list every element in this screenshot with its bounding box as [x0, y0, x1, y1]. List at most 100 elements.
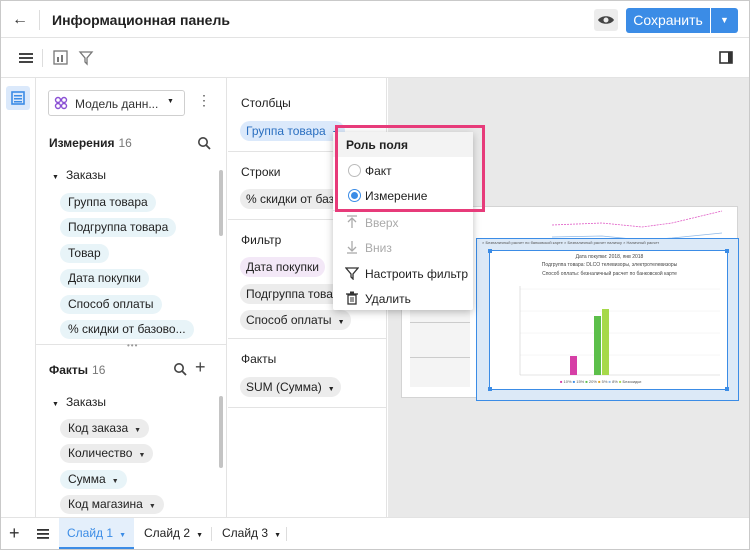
toolbar-divider [42, 49, 43, 67]
dimension-field[interactable]: Способ оплаты [60, 295, 162, 314]
dimension-field[interactable]: % скидки от базово... [60, 320, 194, 339]
menu-hamburger-icon[interactable] [17, 48, 37, 68]
dimensions-group[interactable]: ▼ Заказы [52, 168, 106, 182]
slide-tab[interactable]: Слайд 1 ▼ [59, 518, 134, 549]
resize-handle[interactable] [725, 249, 729, 253]
dimensions-title: Измерения [49, 136, 115, 150]
chart-widget-icon[interactable] [51, 48, 71, 68]
slide-tab-label: Слайд 1 [67, 526, 114, 540]
chart-widget-frame[interactable]: × Безналичный расчет по банковской карте… [476, 238, 739, 401]
tab-divider [211, 527, 212, 541]
search-icon[interactable] [173, 362, 187, 376]
facts-section-title: Факты 16 [49, 363, 105, 377]
toolbar [1, 39, 749, 78]
filter-icon [345, 267, 359, 280]
dimensions-scrollbar[interactable] [219, 170, 223, 236]
move-down-item[interactable]: Вниз [333, 235, 473, 260]
rows-title: Строки [241, 165, 281, 179]
filter-chip[interactable]: Способ оплаты ▼ [240, 310, 351, 330]
resize-handle[interactable] [488, 249, 492, 253]
side-panel-toggle-icon[interactable] [717, 48, 737, 68]
slide-tab[interactable]: Слайд 2 ▼ [136, 518, 211, 549]
fact-field[interactable]: Код магазина ▼ [60, 495, 164, 514]
filter-chip[interactable]: Дата покупки [240, 257, 325, 277]
search-icon[interactable] [197, 136, 211, 150]
header-divider [39, 10, 40, 30]
slides-list-icon[interactable] [36, 527, 50, 541]
facts-scrollbar[interactable] [219, 396, 223, 468]
trash-icon [346, 291, 358, 305]
resize-handle[interactable] [725, 387, 729, 391]
facts-title: Факты [49, 363, 89, 377]
chevron-down-icon: ▼ [337, 319, 345, 326]
columns-chip-label: Группа товара [246, 124, 326, 138]
arrow-up-icon [347, 215, 357, 228]
chevron-down-icon: ▼ [119, 532, 126, 539]
config-divider [228, 338, 387, 339]
configure-filter-item[interactable]: Настроить фильтр [333, 261, 473, 286]
legend-entry: Безскидки [622, 379, 642, 384]
dimension-field[interactable]: Товар [60, 244, 109, 263]
chevron-down-icon: ▼ [134, 427, 142, 434]
menu-item-label: Настроить фильтр [365, 267, 469, 281]
slides-footer: + Слайд 1 ▼ Слайд 2 ▼ Слайд 3 ▼ [1, 517, 749, 549]
facts-config-chip[interactable]: SUM (Сумма) ▼ [240, 377, 341, 397]
filter-title: Фильтр [241, 233, 282, 247]
chevron-down-icon: ▼ [148, 503, 156, 510]
widget-breadcrumb: × Безналичный расчет по банковской карте… [482, 240, 660, 245]
tab-divider [286, 527, 287, 541]
chevron-down-icon: ▼ [274, 532, 281, 539]
dimension-field[interactable]: Подгруппа товара [60, 218, 177, 237]
page-title: Информационная панель [52, 12, 230, 28]
collapse-triangle-icon: ▼ [52, 401, 59, 408]
fact-field-label: Код заказа [68, 421, 129, 435]
slide-tab-label: Слайд 2 [144, 526, 191, 540]
dimension-field[interactable]: Группа товара [60, 193, 156, 212]
chart-legend: ■ 10% ■ 15% ■ 20% ■ 5% ■ 8% ■ Безскидки [560, 379, 642, 384]
preview-eye-icon[interactable] [594, 9, 618, 31]
fact-field-label: Код магазина [68, 497, 143, 511]
add-slide-icon[interactable]: + [9, 521, 20, 545]
chevron-down-icon: ▼ [196, 532, 203, 539]
menu-item-label: Вверх [365, 216, 399, 230]
chevron-down-icon: ▼ [111, 478, 119, 485]
legend-entry: 5% [601, 379, 608, 384]
save-dropdown-chevron-icon[interactable]: ▼ [711, 8, 738, 33]
data-panel-icon[interactable] [6, 86, 30, 110]
clear-filter-icon[interactable] [76, 48, 96, 68]
slide-tab[interactable]: Слайд 3 ▼ [214, 518, 289, 549]
dimensions-section-title: Измерения 16 [49, 136, 132, 150]
facts-group[interactable]: ▼ Заказы [52, 395, 106, 409]
collapse-triangle-icon: ▼ [52, 174, 59, 181]
facts-count: 16 [92, 363, 106, 377]
fact-field[interactable]: Код заказа ▼ [60, 419, 150, 438]
dimensions-group-label: Заказы [65, 168, 107, 182]
legend-entry: 15% [576, 379, 585, 384]
header-bar: ← Информационная панель Сохранить ▼ [1, 1, 749, 38]
chart-widget[interactable]: Дата покупки: 2018, янв 2018 Подгруппа т… [488, 249, 729, 391]
fact-field[interactable]: Сумма ▼ [60, 470, 127, 489]
facts-group-label: Заказы [65, 395, 107, 409]
more-options-icon[interactable]: ⋮ [197, 93, 211, 107]
move-up-item[interactable]: Вверх [333, 210, 473, 235]
legend-entry: 10% [563, 379, 572, 384]
resize-handle-icon[interactable]: ••• [127, 341, 138, 350]
fact-field[interactable]: Количество ▼ [60, 444, 154, 463]
columns-title: Столбцы [241, 96, 291, 110]
add-icon[interactable]: + [195, 357, 206, 377]
dimensions-count: 16 [118, 136, 132, 150]
chevron-down-icon: ▼ [167, 98, 174, 105]
dimension-field[interactable]: Дата покупки [60, 269, 149, 288]
fact-field-label: Количество [68, 446, 133, 460]
columns-chip[interactable]: Группа товара▼ [240, 121, 345, 141]
menu-item-label: Вниз [365, 241, 392, 255]
save-button[interactable]: Сохранить [626, 8, 710, 33]
menu-item-label: Удалить [365, 292, 411, 306]
resize-handle[interactable] [488, 387, 492, 391]
delete-item[interactable]: Удалить [333, 286, 473, 311]
legend-entry: 8% [612, 379, 618, 384]
role-section-highlight [335, 125, 485, 212]
data-model-select[interactable]: Модель данн... ▼ [48, 90, 185, 116]
mini-bar-chart [519, 286, 720, 376]
back-arrow-icon[interactable]: ← [9, 9, 31, 31]
